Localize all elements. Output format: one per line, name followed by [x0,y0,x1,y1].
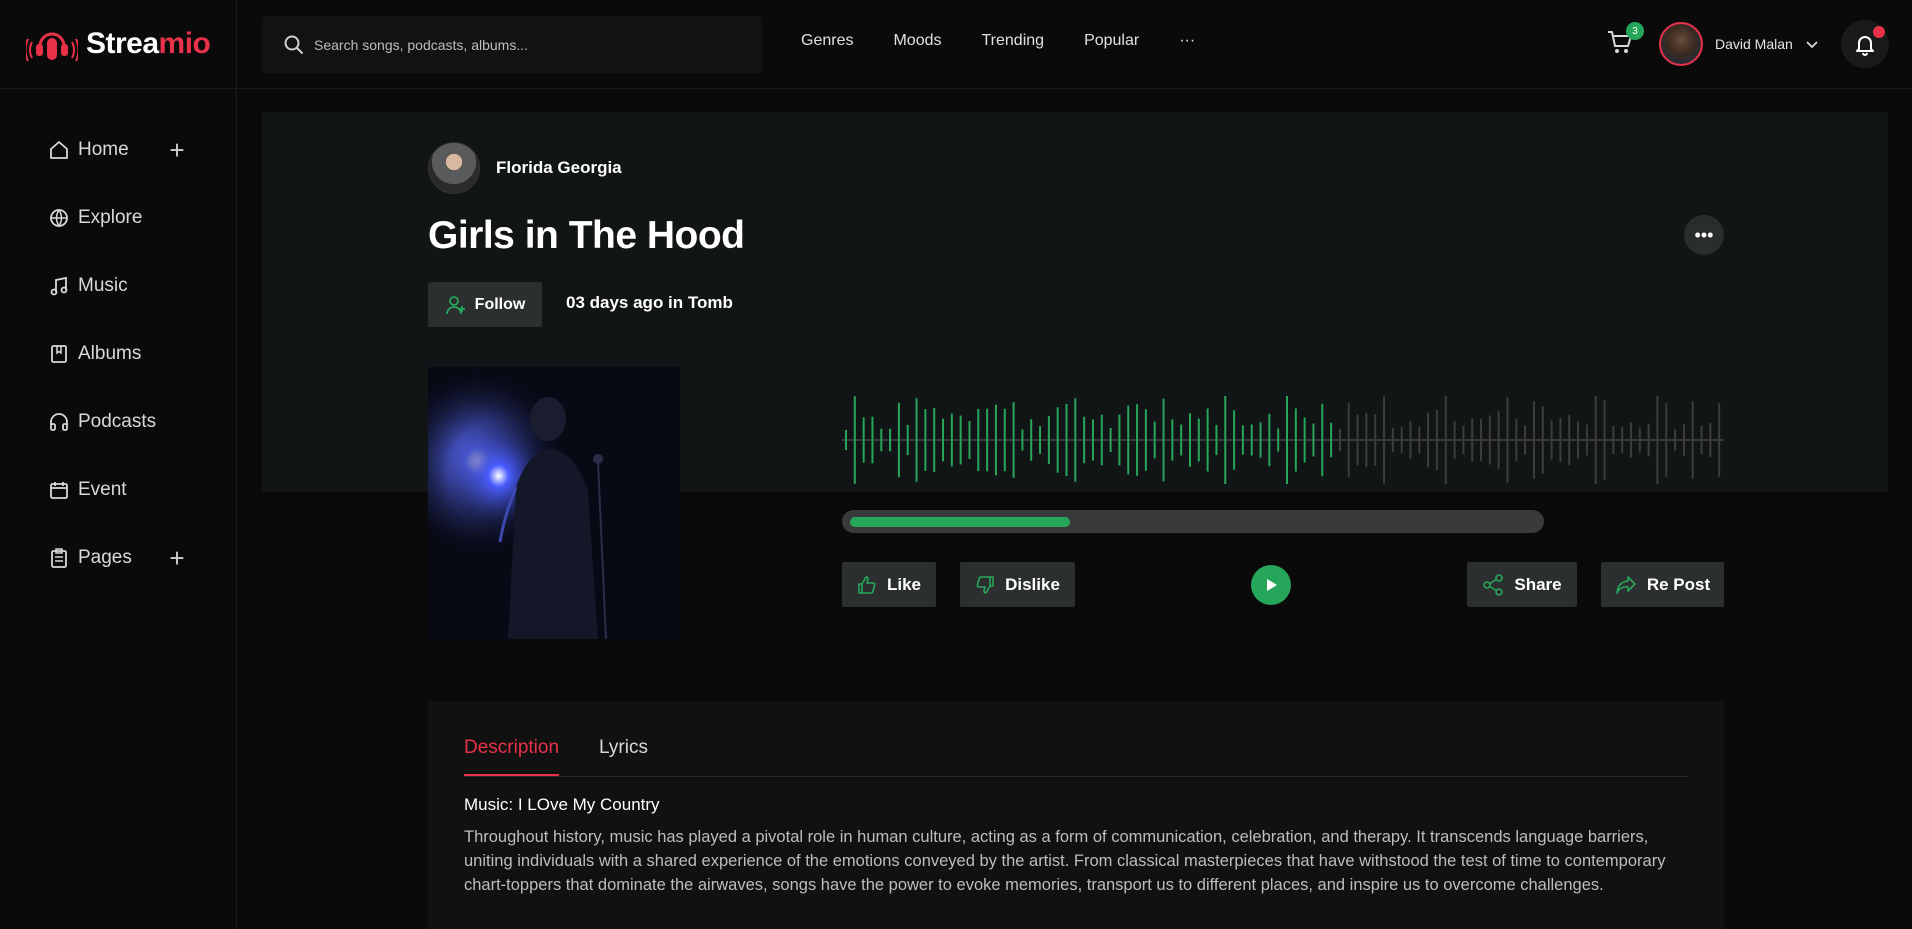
notification-dot [1873,26,1885,38]
user-avatar [1659,22,1703,66]
artist-link[interactable]: Florida Georgia [428,142,622,194]
tab-lyrics[interactable]: Lyrics [599,737,648,776]
dislike-label: Dislike [1005,574,1060,594]
topnav-more[interactable]: ··· [1179,32,1195,50]
chevron-down-icon [1806,41,1818,49]
like-button[interactable]: Like [842,562,936,607]
sidebar-item-label: Explore [78,207,143,228]
description-heading: Music: I LOve My Country [464,795,660,814]
description-body: Throughout history, music has played a p… [464,828,1666,894]
sidebar-item-albums[interactable]: Albums [48,320,188,388]
search-icon [284,35,304,54]
expand-plus-icon[interactable]: + [166,137,188,163]
cart-button[interactable]: 3 [1606,22,1644,58]
expand-plus-icon[interactable]: + [166,545,188,571]
cover-art-image [428,367,680,639]
posted-info: 03 days ago in Tomb [566,293,733,312]
headphones-logo-icon [26,32,78,62]
search-bar[interactable] [262,16,762,73]
sidebar-item-label: Albums [78,343,142,364]
topnav-item-trending[interactable]: Trending [982,32,1045,50]
sidebar-item-music[interactable]: Music [48,252,188,320]
album-icon [48,343,70,365]
sidebar-item-explore[interactable]: Explore [48,184,188,252]
like-label: Like [886,574,922,594]
progress-fill [850,517,1070,527]
thumbs-down-icon [976,575,994,594]
sidebar-nav: Home + Explore Music Albums Podcasts Event Page… [48,116,188,592]
user-menu[interactable]: David Malan [1659,22,1819,66]
sidebar-item-label: Event [78,479,127,500]
logo-text: Streamio [86,27,211,60]
thumbs-up-icon [858,575,876,594]
play-icon [1267,579,1277,591]
sidebar-item-home[interactable]: Home + [48,116,188,184]
headphones-icon [48,411,70,433]
notifications-button[interactable] [1841,20,1889,68]
tab-bar: Description Lyrics [464,737,1688,777]
repost-label: Re Post [1646,574,1711,594]
song-title: Girls in The Hood [428,214,745,257]
topnav-item-moods[interactable]: Moods [893,32,941,50]
more-options-button[interactable]: ••• [1684,215,1724,255]
topnav-item-genres[interactable]: Genres [801,32,853,50]
play-button[interactable] [1251,565,1291,605]
logo[interactable]: Streamio [26,22,211,66]
top-header: Genres Moods Trending Popular ··· 3 David Ma… [238,0,1912,89]
dislike-button[interactable]: Dislike [960,562,1075,607]
progress-bar[interactable] [842,510,1544,533]
more-icon: ••• [1694,224,1714,245]
divider [0,88,237,89]
user-name: David Malan [1715,36,1793,52]
waveform[interactable] [842,392,1724,488]
app-root: Streamio Home + Explore Music Albums Podcasts… [0,0,1912,929]
share-button[interactable]: Share [1467,562,1577,607]
repost-arrow-icon [1616,575,1636,594]
top-nav: Genres Moods Trending Popular ··· [801,32,1195,50]
search-input[interactable] [314,36,734,53]
sidebar: Streamio Home + Explore Music Albums Podcasts… [0,0,237,929]
artist-name: Florida Georgia [496,158,622,177]
follow-button[interactable]: Follow [428,282,542,327]
music-note-icon [48,275,70,297]
repost-button[interactable]: Re Post [1601,562,1724,607]
topnav-item-popular[interactable]: Popular [1084,32,1139,50]
sidebar-item-podcasts[interactable]: Podcasts [48,388,188,456]
sidebar-item-label: Podcasts [78,411,157,432]
calendar-icon [48,479,70,501]
share-label: Share [1514,574,1562,594]
sidebar-item-label: Home [78,139,129,160]
sidebar-item-label: Pages [78,547,132,568]
artist-avatar [428,142,480,194]
follow-label: Follow [474,295,526,313]
album-cover [428,367,680,639]
add-user-icon [445,295,465,314]
tab-description[interactable]: Description [464,737,560,776]
home-icon [48,139,70,161]
globe-icon [48,207,70,229]
sidebar-item-event[interactable]: Event [48,456,188,524]
description-card: Description Lyrics Music: I LOve My Count… [428,701,1724,929]
sidebar-item-pages[interactable]: Pages + [48,524,188,592]
cart-count-badge: 3 [1626,22,1644,40]
share-icon [1483,573,1504,596]
clipboard-icon [48,547,70,569]
sidebar-item-label: Music [78,275,128,296]
